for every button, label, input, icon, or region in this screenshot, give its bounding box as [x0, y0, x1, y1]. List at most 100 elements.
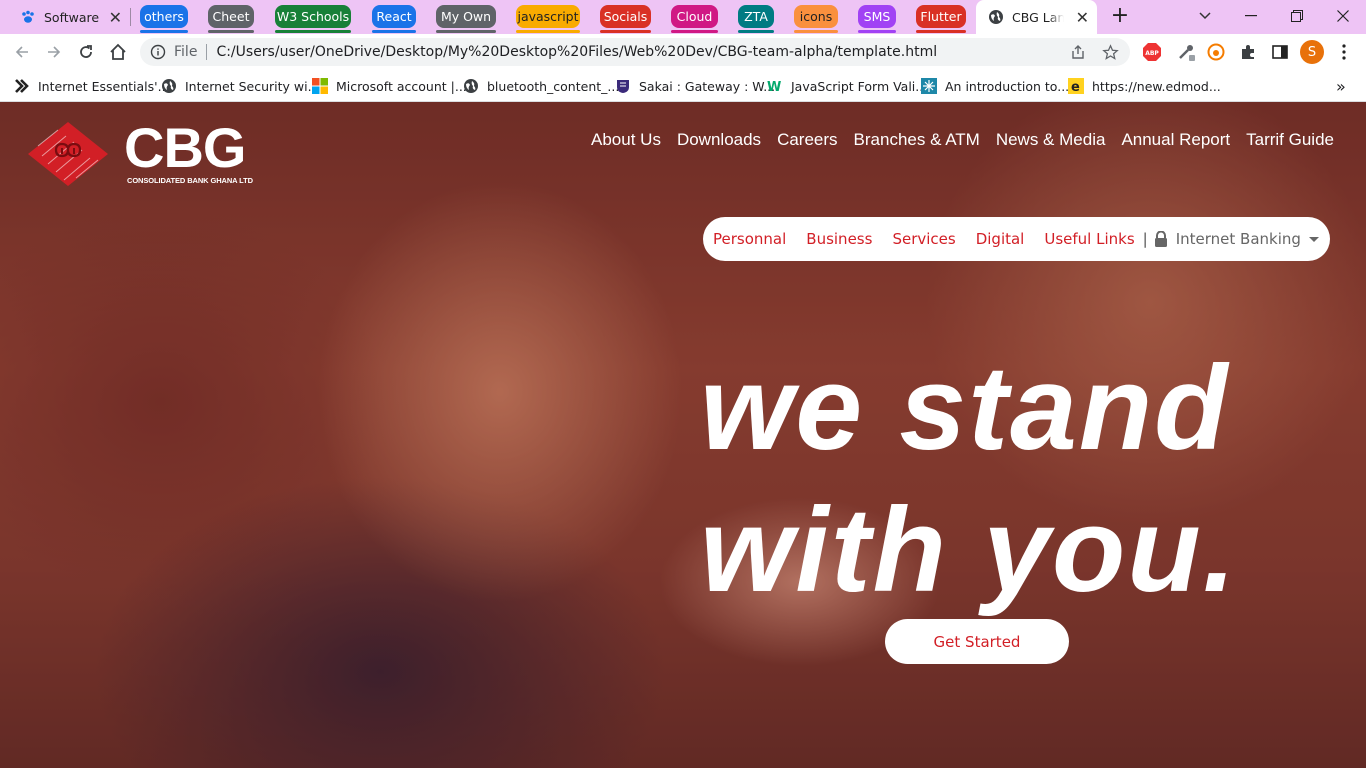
logo-brand-text: CBG — [124, 116, 246, 179]
secondary-navigation: Personnal Business Services Digital Usef… — [703, 217, 1330, 261]
bookmark-label: Internet Security wi... — [185, 78, 320, 94]
bookmark-label: Sakai : Gateway : W... — [639, 78, 776, 94]
bookmark-label: https://new.edmod... — [1092, 78, 1221, 94]
paw-icon — [20, 9, 36, 25]
tab-label: Software — [44, 9, 100, 25]
bookmark-label: An introduction to... — [945, 78, 1070, 94]
browser-toolbar: File C:/Users/user/OneDrive/Desktop/My%2… — [0, 34, 1366, 70]
nav-careers[interactable]: Careers — [777, 130, 837, 150]
adblock-icon[interactable]: ABP — [1142, 42, 1162, 62]
landing-page: CBG CONSOLIDATED BANK GHANA LTD About Us… — [0, 102, 1366, 768]
restore-icon[interactable] — [1274, 0, 1320, 32]
tab-group-my-own[interactable]: My Own — [436, 5, 496, 33]
profile-avatar[interactable]: S — [1300, 40, 1324, 64]
scheme-label: File — [174, 44, 198, 60]
nav-branches-atm[interactable]: Branches & ATM — [854, 130, 980, 150]
tab-group-sms[interactable]: SMS — [858, 5, 896, 33]
snowflake-icon — [921, 78, 937, 94]
eyedropper-icon[interactable] — [1176, 42, 1196, 62]
new-tab-button[interactable]: + — [1108, 4, 1132, 28]
get-started-button[interactable]: Get Started — [885, 619, 1069, 664]
back-arrow-icon[interactable] — [10, 40, 34, 64]
tab-strip: Software ✕ others Cheet W3 Schools React… — [0, 0, 1366, 34]
tab-group-cheet[interactable]: Cheet — [208, 5, 254, 33]
bookmarks-overflow-icon[interactable]: » — [1336, 76, 1346, 96]
tab-divider — [130, 8, 131, 26]
internet-banking-dropdown[interactable]: Internet Banking — [1154, 230, 1319, 248]
bookmark-javascript-form-validation[interactable]: W JavaScript Form Vali... — [767, 76, 927, 96]
forward-arrow-icon[interactable] — [42, 40, 66, 64]
tab-software[interactable]: Software ✕ — [8, 3, 128, 31]
bookmark-label: bluetooth_content_... — [487, 78, 620, 94]
side-panel-icon[interactable] — [1270, 42, 1290, 62]
nav-about-us[interactable]: About Us — [591, 130, 661, 150]
sakai-icon — [615, 78, 631, 94]
bookmark-an-introduction[interactable]: An introduction to... — [921, 76, 1069, 96]
hero-line-1: we stand — [700, 341, 1230, 475]
globe-icon — [988, 9, 1004, 25]
svg-text:ABP: ABP — [1145, 50, 1159, 57]
bookmark-internet-security[interactable]: Internet Security wi... — [161, 76, 320, 96]
pill-nav-useful-links[interactable]: Useful Links — [1044, 230, 1134, 248]
star-icon[interactable] — [1098, 40, 1122, 64]
tab-group-javascript[interactable]: javascript — [516, 5, 580, 33]
nav-annual-report[interactable]: Annual Report — [1121, 130, 1230, 150]
bookmark-sakai[interactable]: Sakai : Gateway : W... — [615, 76, 775, 96]
globe-icon — [463, 78, 479, 94]
microsoft-icon — [312, 78, 328, 94]
caret-down-icon — [1308, 236, 1319, 242]
tab-group-zta[interactable]: ZTA — [738, 5, 774, 33]
tab-group-react[interactable]: React — [372, 5, 416, 33]
tab-label: CBG Landing — [1012, 9, 1064, 25]
w3-icon: W — [767, 78, 783, 94]
internet-banking-label: Internet Banking — [1175, 230, 1301, 248]
hero-line-2: with you. — [700, 483, 1238, 617]
window-close-icon[interactable] — [1320, 0, 1366, 32]
pill-nav-personnal[interactable]: Personnal — [713, 230, 786, 248]
lock-icon — [1154, 231, 1168, 247]
bookmark-edmodo[interactable]: e https://new.edmod... — [1068, 76, 1221, 96]
close-icon[interactable]: ✕ — [109, 8, 122, 27]
kebab-menu-icon[interactable] — [1334, 42, 1354, 62]
nav-tarrif-guide[interactable]: Tarrif Guide — [1246, 130, 1334, 150]
pill-nav-business[interactable]: Business — [806, 230, 872, 248]
pill-nav-digital[interactable]: Digital — [976, 230, 1025, 248]
pill-nav-services[interactable]: Services — [892, 230, 955, 248]
hero-headline: we stand with you. — [700, 337, 1260, 621]
tab-group-flutter[interactable]: Flutter — [916, 5, 966, 33]
double-chevron-icon — [14, 78, 30, 94]
tab-group-socials[interactable]: Socials — [600, 5, 651, 33]
bookmark-label: Internet Essentials'... — [38, 78, 170, 94]
puzzle-icon[interactable] — [1238, 42, 1258, 62]
address-bar[interactable]: File C:/Users/user/OneDrive/Desktop/My%2… — [140, 38, 1130, 66]
extension-orange-icon[interactable] — [1206, 42, 1226, 62]
tab-group-icons[interactable]: icons — [794, 5, 838, 33]
cbg-logo[interactable]: CBG CONSOLIDATED BANK GHANA LTD — [24, 112, 264, 188]
bookmark-label: Microsoft account |... — [336, 78, 467, 94]
bookmark-bluetooth-content[interactable]: bluetooth_content_... — [463, 76, 619, 96]
nav-news-media[interactable]: News & Media — [996, 130, 1106, 150]
url-text[interactable]: C:/Users/user/OneDrive/Desktop/My%20Desk… — [216, 44, 1066, 60]
divider — [206, 44, 208, 60]
bookmark-microsoft-account[interactable]: Microsoft account |... — [312, 76, 467, 96]
close-icon[interactable]: ✕ — [1076, 8, 1089, 27]
edmodo-icon: e — [1068, 78, 1084, 94]
minimize-icon[interactable] — [1228, 0, 1274, 32]
share-icon[interactable] — [1066, 40, 1090, 64]
home-icon[interactable] — [106, 40, 130, 64]
svg-text:e: e — [1071, 80, 1080, 94]
top-navigation: About Us Downloads Careers Branches & AT… — [591, 130, 1334, 150]
info-icon[interactable] — [150, 44, 166, 60]
tab-group-others[interactable]: others — [140, 5, 188, 33]
cbg-logo-mark-icon — [28, 122, 108, 186]
reload-icon[interactable] — [74, 40, 98, 64]
tab-group-cloud[interactable]: Cloud — [671, 5, 718, 33]
tab-search-chevron-icon[interactable] — [1182, 0, 1228, 32]
bookmark-label: JavaScript Form Vali... — [791, 78, 928, 94]
tab-group-w3-schools[interactable]: W3 Schools — [275, 5, 351, 33]
logo-tagline: CONSOLIDATED BANK GHANA LTD — [127, 176, 253, 185]
tab-cbg-landing[interactable]: CBG Landing ✕ — [976, 0, 1097, 34]
globe-icon — [161, 78, 177, 94]
nav-downloads[interactable]: Downloads — [677, 130, 761, 150]
bookmark-internet-essentials[interactable]: Internet Essentials'... — [14, 76, 170, 96]
